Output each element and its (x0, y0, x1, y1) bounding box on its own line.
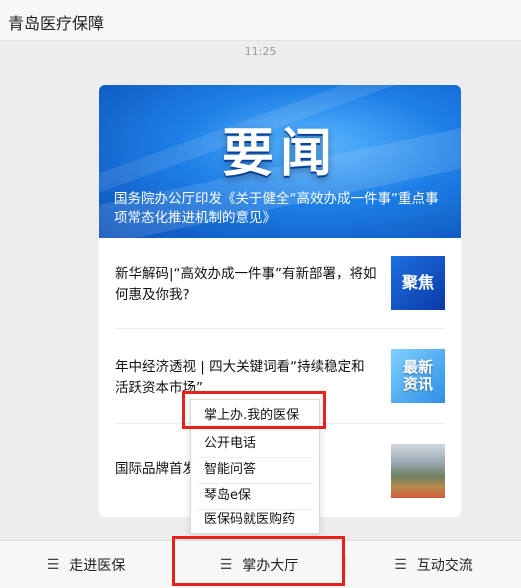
title-bar: 青岛医疗保障 (0, 0, 521, 41)
news-thumbnail-label: 聚焦 (401, 273, 434, 292)
menu-icon: ☰ (219, 556, 233, 573)
tab-label: 走进医保 (69, 557, 126, 574)
menu-icon: ☰ (46, 556, 60, 573)
chat-timestamp: 11:25 (244, 45, 277, 58)
news-thumbnail-label: 最新资讯 (402, 358, 433, 393)
tab-zoujin-yibao[interactable]: ☰ 走进医保 (0, 541, 172, 588)
submenu-item-insurance-code[interactable]: 医保码就医购药 (191, 507, 319, 533)
news-item-1[interactable]: 新华解码|“高效办成一件事”有新部署，将如何惠及你我? 聚焦 (99, 238, 461, 328)
banner-title: 要闻 (221, 124, 338, 184)
news-item-text: 新华解码|“高效办成一件事”有新部署，将如何惠及你我? (115, 266, 377, 303)
news-thumbnail (391, 444, 445, 498)
submenu-item-my-medical-insurance[interactable]: 掌上办.我的医保 (191, 403, 319, 429)
banner-headline: 国务院办公厅印发《关于健全“高效办成一件事”重点事项常态化推进机制的意见》 (114, 191, 439, 226)
bottom-menu-bar: ☰ 走进医保 ☰ 掌办大厅 ☰ 互动交流 (0, 540, 521, 588)
news-item-text: 年中经济透视 | 四大关键词看“持续稳定和活跃资本市场” (115, 359, 365, 396)
tab-hudong-jiaoliu[interactable]: ☰ 互动交流 (346, 541, 521, 588)
menu-icon: ☰ (394, 556, 407, 573)
submenu-item-smart-qa[interactable]: 智能问答 (191, 457, 319, 483)
news-thumbnail: 聚焦 (391, 256, 445, 310)
news-thumbnail: 最新资讯 (391, 349, 445, 403)
tab-label: 互动交流 (416, 557, 473, 574)
app-title: 青岛医疗保障 (8, 14, 105, 33)
submenu-item-qindao-ebao[interactable]: 琴岛e保 (191, 483, 319, 509)
submenu-popup: 掌上办.我的医保 公开电话 智能问答 琴岛e保 医保码就医购药 (190, 399, 320, 534)
banner[interactable]: 要闻 国务院办公厅印发《关于健全“高效办成一件事”重点事项常态化推进机制的意见》 (99, 85, 461, 238)
tab-label: 掌办大厅 (242, 557, 299, 574)
submenu-item-public-phone[interactable]: 公开电话 (191, 431, 319, 457)
tab-zhangban-dating[interactable]: ☰ 掌办大厅 (173, 541, 345, 588)
